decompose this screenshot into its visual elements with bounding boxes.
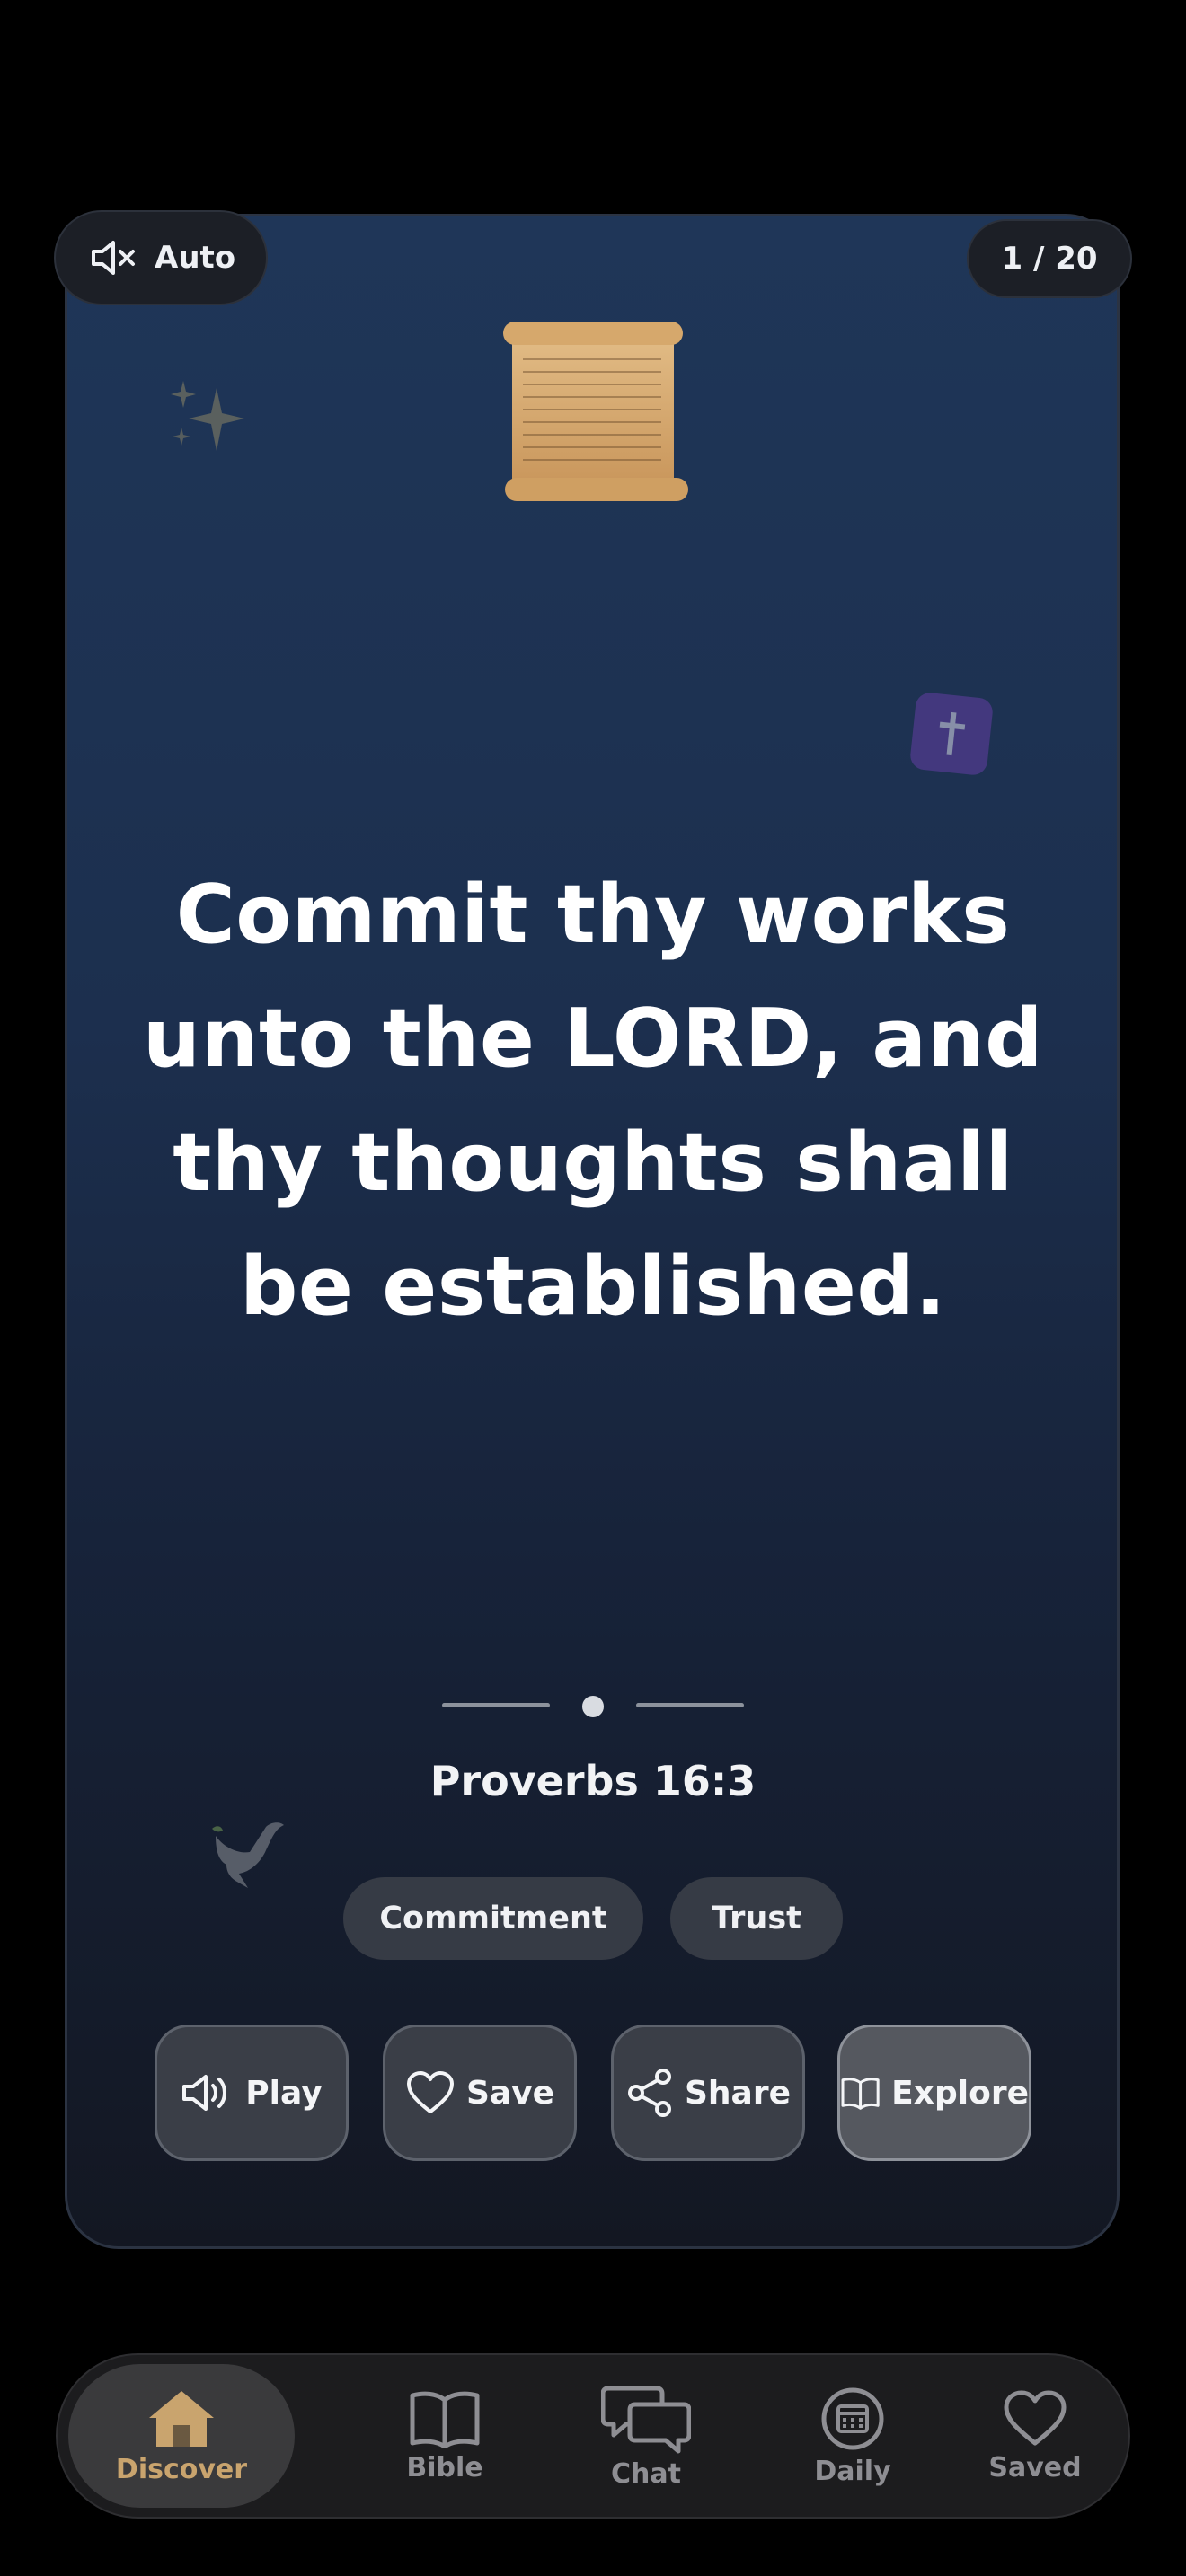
bottom-nav: Discover Bible Chat Daily Saved — [56, 2353, 1130, 2519]
counter-text: 1 / 20 — [1001, 241, 1098, 277]
calendar-icon — [821, 2387, 884, 2449]
nav-item-bible[interactable]: Bible — [341, 2364, 548, 2508]
home-icon — [149, 2390, 214, 2447]
tag-label: Commitment — [379, 1901, 607, 1936]
explore-button[interactable]: Explore — [837, 2025, 1031, 2161]
open-book-icon — [841, 2078, 880, 2110]
divider-left — [442, 1703, 550, 1707]
nav-item-saved[interactable]: Saved — [954, 2364, 1116, 2508]
speaker-icon — [182, 2075, 227, 2111]
explore-label: Explore — [891, 2074, 1029, 2112]
heart-icon — [1004, 2390, 1067, 2445]
nav-label: Daily — [814, 2455, 891, 2487]
nav-label: Discover — [115, 2453, 248, 2485]
cross-icon — [908, 691, 995, 777]
book-icon — [410, 2391, 480, 2448]
verse-counter: 1 / 20 — [967, 219, 1132, 298]
scroll-icon — [503, 322, 688, 501]
nav-label: Bible — [406, 2451, 483, 2483]
verse-text: Commit thy works unto the LORD, and thy … — [142, 868, 1044, 1334]
nav-item-chat[interactable]: Chat — [543, 2364, 749, 2508]
heart-icon — [406, 2071, 454, 2113]
nav-item-discover[interactable]: Discover — [68, 2364, 295, 2508]
share-label: Share — [684, 2074, 792, 2112]
save-label: Save — [465, 2074, 555, 2112]
divider-right — [636, 1703, 744, 1707]
share-button[interactable]: Share — [611, 2025, 805, 2161]
share-icon — [627, 2069, 671, 2117]
divider-dot — [582, 1696, 604, 1717]
speaker-muted-icon — [92, 241, 135, 275]
nav-label: Chat — [611, 2457, 681, 2490]
play-button[interactable]: Play — [155, 2025, 349, 2161]
chat-bubbles-icon — [601, 2386, 691, 2453]
auto-label: Auto — [155, 240, 236, 276]
nav-item-daily[interactable]: Daily — [749, 2364, 956, 2508]
auto-play-toggle[interactable]: Auto — [54, 210, 268, 305]
nav-label: Saved — [988, 2451, 1082, 2483]
verse-reference: Proverbs 16:3 — [429, 1757, 757, 1805]
tag-trust[interactable]: Trust — [670, 1877, 843, 1960]
play-label: Play — [245, 2074, 323, 2112]
dove-icon — [212, 1822, 284, 1888]
tag-label: Trust — [712, 1901, 801, 1936]
save-button[interactable]: Save — [383, 2025, 577, 2161]
sparkle-icon — [171, 381, 244, 451]
tag-commitment[interactable]: Commitment — [343, 1877, 643, 1960]
